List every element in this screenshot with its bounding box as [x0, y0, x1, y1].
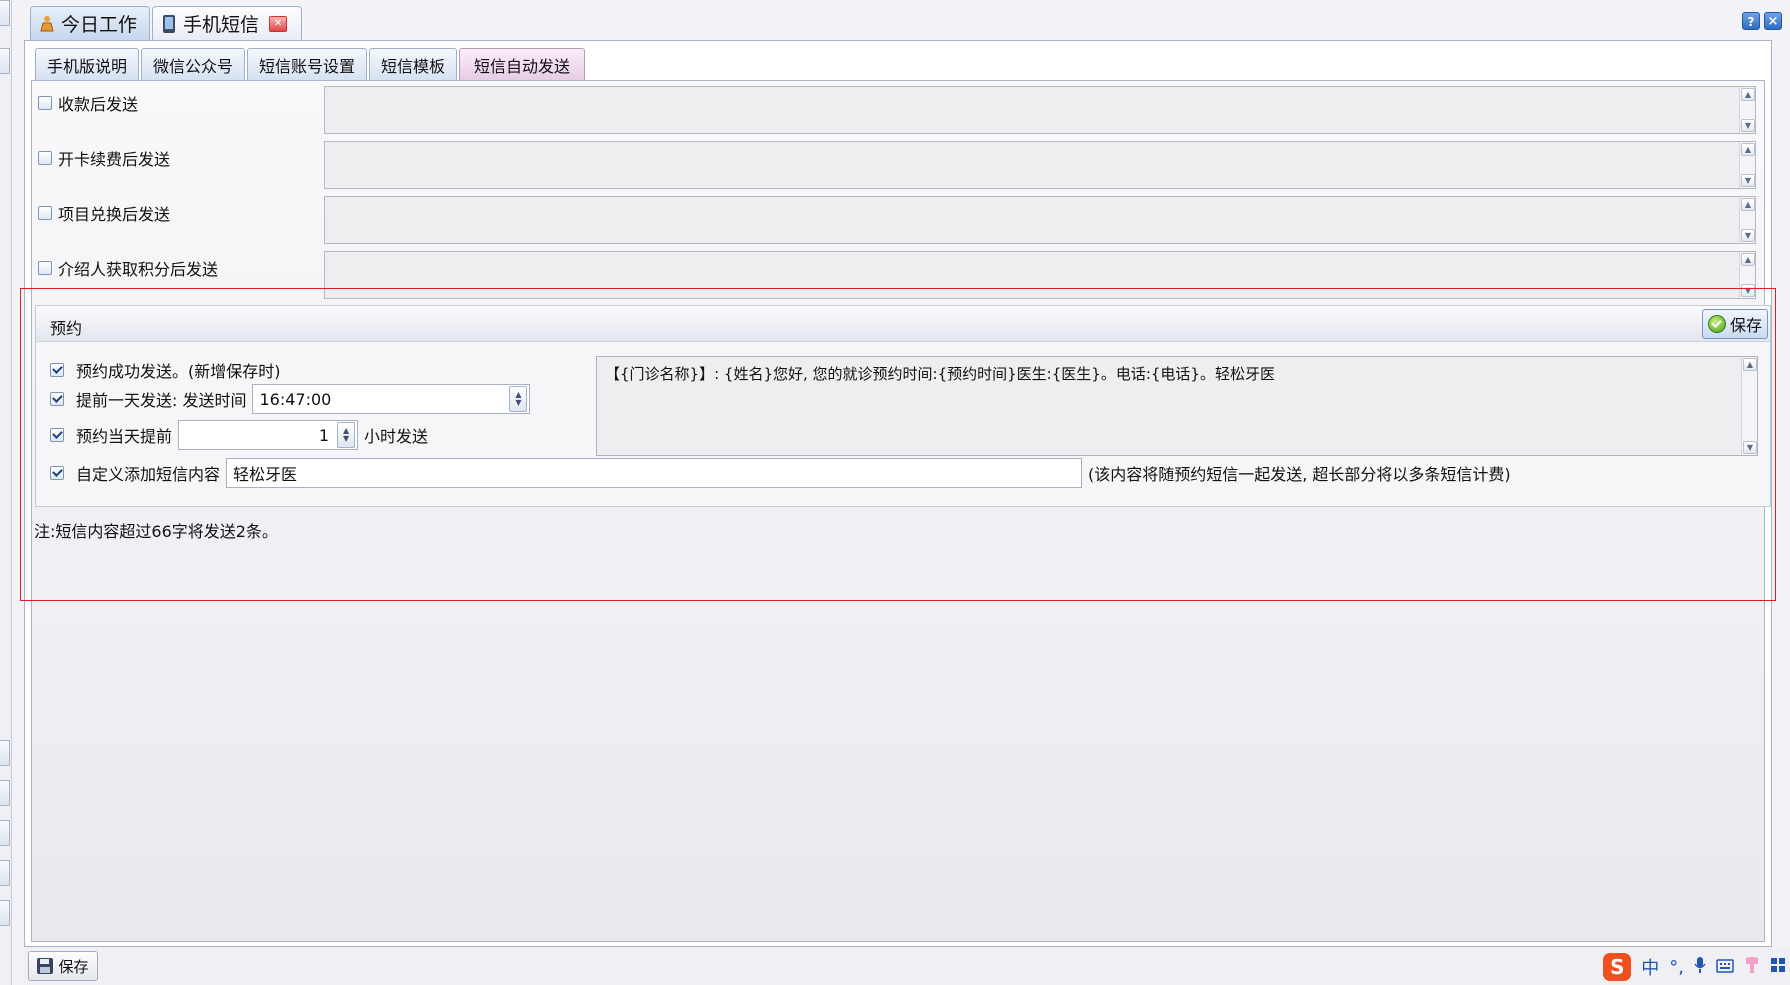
checkbox[interactable]: [38, 206, 52, 220]
booking-custom-row: 自定义添加短信内容 轻松牙医 (该内容将随预约短信一起发送, 超长部分将以多条短…: [50, 458, 1511, 488]
scroll-down-icon[interactable]: ▼: [1741, 119, 1755, 132]
scroll-down-icon[interactable]: ▼: [1741, 174, 1755, 187]
sogou-logo-icon[interactable]: S: [1603, 953, 1632, 981]
scrollbar[interactable]: ▲ ▼: [1739, 252, 1755, 298]
booking-day-before-row: 提前一天发送: 发送时间 16:47:00 ▲ ▼: [50, 384, 531, 414]
booking-title: 预约: [50, 319, 83, 338]
checkbox[interactable]: [38, 96, 52, 110]
custom-content-input[interactable]: 轻松牙医: [226, 458, 1083, 488]
checkbox[interactable]: [50, 392, 64, 406]
section-after-item-exchange: 项目兑换后发送 ▲ ▼: [32, 191, 1766, 244]
top-tab-bar: 今日工作 手机短信 ✕ ? ×: [24, 0, 1790, 40]
grid-apps-icon[interactable]: [1770, 957, 1786, 978]
tab-mobile-guide[interactable]: 手机版说明: [35, 48, 139, 80]
ime-toolbar: S 中 °,: [1603, 951, 1786, 983]
message-textarea[interactable]: ▲ ▼: [324, 251, 1756, 299]
scrollbar[interactable]: ▲ ▼: [1739, 87, 1755, 133]
scroll-down-icon[interactable]: ▼: [1743, 441, 1757, 454]
booking-header: 预约 保存: [36, 306, 1770, 342]
booking-template-textarea[interactable]: 【{门诊名称}】: {姓名}您好, 您的就诊预约时间:{预约时间}医生:{医生}…: [596, 356, 1758, 456]
scroll-down-icon[interactable]: ▼: [1741, 229, 1755, 242]
checkbox[interactable]: [50, 363, 64, 377]
tab-sms-auto-send[interactable]: 短信自动发送: [459, 48, 585, 80]
send-time-input[interactable]: 16:47:00 ▲ ▼: [252, 384, 531, 414]
tab-sms-account[interactable]: 短信账号设置: [247, 48, 367, 80]
scrollbar[interactable]: ▲ ▼: [1739, 197, 1755, 243]
section-after-referrer-points: 介绍人获取积分后发送 ▲ ▼: [32, 246, 1766, 299]
skin-icon[interactable]: [1744, 956, 1760, 979]
tab-today-work[interactable]: 今日工作: [30, 6, 150, 40]
ime-punct[interactable]: °,: [1669, 957, 1684, 978]
phone-icon: [159, 14, 179, 34]
left-strip: [0, 0, 12, 985]
booking-same-day-row: 预约当天提前 1 ▲ ▼ 小时发送: [50, 420, 428, 450]
save-button[interactable]: 保存: [28, 951, 98, 981]
hours-spinner-icon[interactable]: ▲ ▼: [337, 422, 356, 448]
help-icon[interactable]: ?: [1742, 12, 1760, 30]
scroll-down-icon[interactable]: ▼: [1741, 284, 1755, 297]
message-textarea[interactable]: ▲ ▼: [324, 86, 1756, 134]
save-disk-icon: [37, 958, 54, 974]
section-after-card-renewal: 开卡续费后发送 ▲ ▼: [32, 136, 1766, 189]
checkbox[interactable]: [38, 151, 52, 165]
scrollbar[interactable]: ▲ ▼: [1741, 357, 1757, 455]
sms-length-note: 注:短信内容超过66字将发送2条。: [34, 522, 278, 541]
ime-lang[interactable]: 中: [1641, 954, 1659, 980]
checkbox[interactable]: [38, 261, 52, 275]
booking-save-button[interactable]: 保存: [1702, 309, 1768, 339]
checkbox[interactable]: [50, 466, 64, 480]
scroll-up-icon[interactable]: ▲: [1741, 143, 1755, 156]
tab-label: 手机短信: [183, 14, 260, 36]
scrollbar[interactable]: ▲ ▼: [1739, 142, 1755, 188]
message-textarea[interactable]: ▲ ▼: [324, 141, 1756, 189]
keyboard-icon[interactable]: [1716, 957, 1734, 978]
scroll-up-icon[interactable]: ▲: [1743, 358, 1757, 371]
auto-send-content: 收款后发送 ▲ ▼ 开卡续费后发送 ▲ ▼ 项目兑换后发送 ▲ ▼ 介绍人获取积分后发…: [31, 80, 1765, 942]
tab-sms-template[interactable]: 短信模板: [369, 48, 457, 80]
close-icon[interactable]: ×: [1764, 12, 1782, 30]
close-tab-icon[interactable]: ✕: [269, 15, 288, 32]
time-spinner-icon[interactable]: ▲ ▼: [509, 386, 528, 412]
work-icon: [37, 14, 57, 34]
bottom-toolbar: 保存: [24, 947, 1790, 985]
message-textarea[interactable]: ▲ ▼: [324, 196, 1756, 244]
check-icon: [1707, 315, 1726, 333]
microphone-icon[interactable]: [1694, 956, 1706, 979]
tab-label: 今日工作: [61, 14, 138, 36]
hours-input[interactable]: 1 ▲ ▼: [178, 420, 359, 450]
tab-sms[interactable]: 手机短信 ✕: [152, 6, 302, 40]
scroll-up-icon[interactable]: ▲: [1741, 198, 1755, 211]
booking-success-row: 预约成功发送。(新增保存时): [50, 358, 281, 382]
section-after-payment: 收款后发送 ▲ ▼: [32, 81, 1766, 134]
scroll-up-icon[interactable]: ▲: [1741, 253, 1755, 266]
checkbox[interactable]: [50, 428, 64, 442]
booking-group: 预约 保存 预约成功发送。(新增保存时) 提前一天发送: 发送时间 16:47:…: [35, 305, 1771, 507]
tab-wechat[interactable]: 微信公众号: [141, 48, 245, 80]
scroll-up-icon[interactable]: ▲: [1741, 88, 1755, 101]
